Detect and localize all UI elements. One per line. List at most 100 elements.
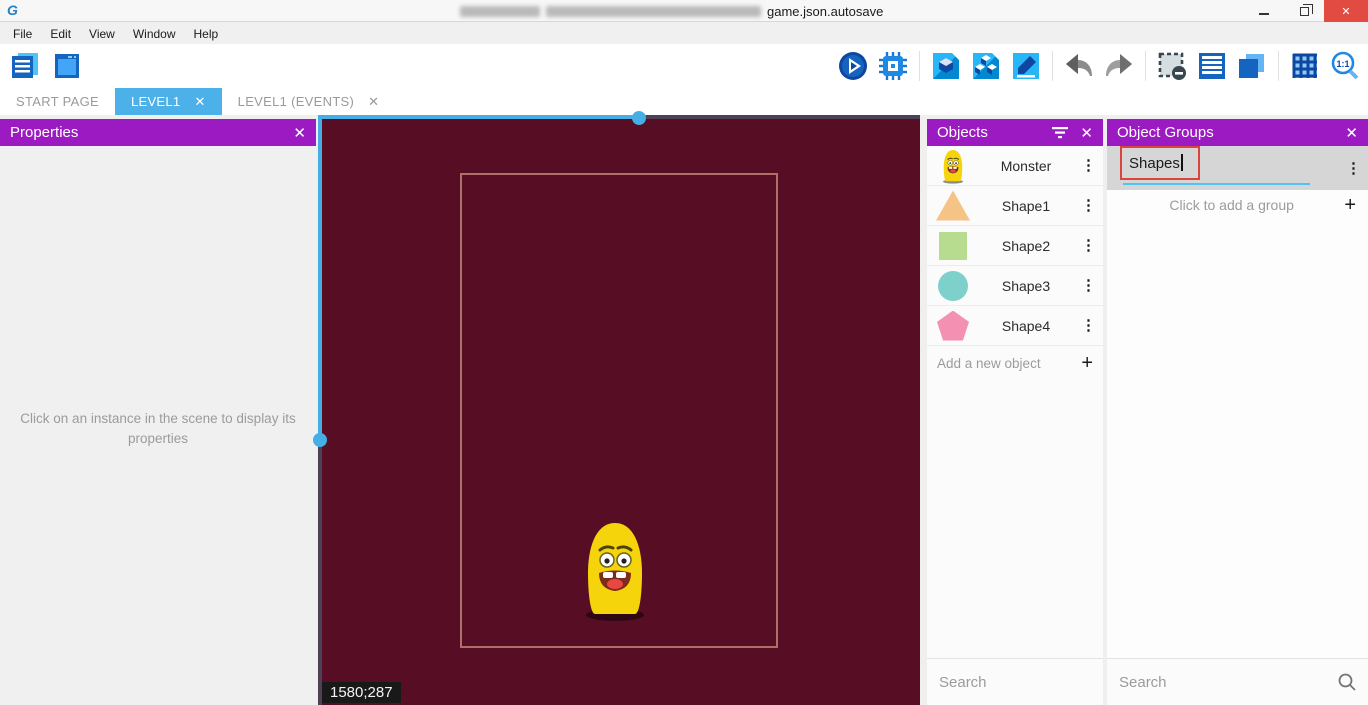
menu-window[interactable]: Window (124, 25, 185, 43)
menu-view[interactable]: View (80, 25, 124, 43)
tab-start-page[interactable]: START PAGE (0, 88, 115, 115)
properties-title: Properties (10, 124, 78, 141)
debug-icon[interactable] (876, 49, 910, 83)
tab-close-icon[interactable]: ✕ (194, 94, 205, 110)
filter-icon[interactable] (1052, 127, 1068, 139)
close-icon: ✕ (1341, 5, 1350, 18)
minimize-button[interactable] (1244, 0, 1284, 22)
scene-left-edge (318, 440, 322, 705)
objects-panel: Objects ✕ Monster ⋮ Shape1 ⋮ Shape2 ⋮ Sh… (927, 119, 1103, 705)
object-name: Shape4 (971, 318, 1081, 334)
kebab-menu-icon[interactable]: ⋮ (1081, 319, 1095, 332)
redacted-title-segment (546, 6, 761, 17)
cursor-coordinates: 1580;287 (322, 682, 401, 703)
object-name: Shape3 (971, 278, 1081, 294)
objects-search-bar (927, 658, 1103, 705)
close-panel-icon[interactable]: ✕ (293, 124, 306, 142)
object-row-shape1[interactable]: Shape1 ⋮ (927, 186, 1103, 226)
minimize-icon (1259, 13, 1269, 15)
kebab-menu-icon[interactable]: ⋮ (1081, 199, 1095, 212)
scene-left-resize-edge[interactable] (318, 115, 322, 440)
circle-icon (938, 271, 968, 301)
objects-editor-icon[interactable] (929, 49, 963, 83)
add-new-object-button[interactable]: Add a new object + (927, 346, 1103, 380)
object-name: Shape2 (971, 238, 1081, 254)
pentagon-icon (937, 311, 969, 341)
project-manager-icon[interactable] (8, 49, 42, 83)
left-resize-handle[interactable] (313, 433, 327, 447)
close-panel-icon[interactable]: ✕ (1345, 124, 1358, 142)
add-group-hint: Click to add a group (1119, 197, 1344, 213)
kebab-menu-icon[interactable]: ⋮ (1346, 162, 1360, 175)
tab-level1-events[interactable]: LEVEL1 (EVENTS) ✕ (222, 88, 396, 115)
objects-header: Objects ✕ (927, 119, 1103, 146)
tab-close-icon[interactable]: ✕ (368, 94, 379, 110)
close-button[interactable]: ✕ (1324, 0, 1368, 22)
tab-label: LEVEL1 (131, 94, 181, 109)
zoom-1-1-icon[interactable]: 1:1 (1328, 49, 1362, 83)
object-name: Monster (971, 158, 1081, 174)
instances-list-icon[interactable] (969, 49, 1003, 83)
tab-label: START PAGE (16, 94, 99, 109)
toolbar-left (0, 49, 84, 83)
gdevelop-icon: G (7, 2, 25, 20)
add-group-button[interactable]: Click to add a group + (1107, 190, 1368, 220)
toolbar-separator (1052, 51, 1053, 81)
toolbar-separator (1278, 51, 1279, 81)
scene-top-resize-edge[interactable] (318, 115, 639, 119)
scene-properties-icon[interactable] (1009, 49, 1043, 83)
objects-title: Objects (937, 124, 988, 141)
text-caret (1181, 154, 1183, 171)
window-controls: ✕ (1244, 0, 1368, 22)
start-page-icon[interactable] (50, 49, 84, 83)
restore-button[interactable] (1284, 0, 1324, 22)
menu-bar: File Edit View Window Help (0, 23, 1368, 44)
layers-icon[interactable] (1235, 49, 1269, 83)
menu-file[interactable]: File (4, 25, 41, 43)
menu-help[interactable]: Help (185, 25, 228, 43)
toolbar-right: 1:1 (836, 49, 1368, 83)
kebab-menu-icon[interactable]: ⋮ (1081, 239, 1095, 252)
tab-level1[interactable]: LEVEL1 ✕ (115, 88, 222, 115)
add-object-label: Add a new object (937, 356, 1041, 371)
group-name-edit-row: Shapes ⋮ (1107, 146, 1368, 190)
group-name-value: Shapes (1129, 154, 1183, 172)
plus-icon: + (1081, 352, 1093, 375)
input-underline (1123, 183, 1310, 185)
undo-icon[interactable] (1062, 49, 1096, 83)
object-row-shape3[interactable]: Shape3 ⋮ (927, 266, 1103, 306)
object-row-shape4[interactable]: Shape4 ⋮ (927, 306, 1103, 346)
toolbar-separator (1145, 51, 1146, 81)
groups-search-bar (1107, 658, 1368, 705)
square-icon (939, 232, 967, 260)
toolbar: 1:1 (0, 44, 1368, 88)
instances-panel-icon[interactable] (1195, 49, 1229, 83)
properties-panel: Properties ✕ Click on an instance in the… (0, 119, 316, 705)
redo-icon[interactable] (1102, 49, 1136, 83)
deselect-icon[interactable] (1155, 49, 1189, 83)
tab-label: LEVEL1 (EVENTS) (238, 94, 355, 109)
scene-canvas[interactable]: 1580;287 (318, 115, 920, 705)
plus-icon: + (1344, 194, 1356, 217)
close-panel-icon[interactable]: ✕ (1080, 124, 1093, 142)
restore-icon (1300, 7, 1309, 16)
kebab-menu-icon[interactable]: ⋮ (1081, 159, 1095, 172)
monster-icon (935, 148, 971, 184)
tab-bar: START PAGE LEVEL1 ✕ LEVEL1 (EVENTS) ✕ (0, 88, 1368, 115)
properties-header: Properties ✕ (0, 119, 316, 146)
object-row-monster[interactable]: Monster ⋮ (927, 146, 1103, 186)
title-bar: G game.json.autosave ✕ (0, 0, 1368, 22)
play-icon[interactable] (836, 49, 870, 83)
group-name-input[interactable]: Shapes (1115, 146, 1346, 190)
top-resize-handle[interactable] (632, 111, 646, 125)
toolbar-separator (919, 51, 920, 81)
menu-edit[interactable]: Edit (41, 25, 80, 43)
monster-instance[interactable] (580, 517, 650, 622)
groups-search-input[interactable] (1119, 674, 1338, 691)
object-groups-title: Object Groups (1117, 124, 1214, 141)
window-title-text: game.json.autosave (767, 4, 883, 19)
object-groups-panel: Object Groups ✕ Shapes ⋮ Click to add a … (1107, 119, 1368, 705)
kebab-menu-icon[interactable]: ⋮ (1081, 279, 1095, 292)
object-row-shape2[interactable]: Shape2 ⋮ (927, 226, 1103, 266)
grid-icon[interactable] (1288, 49, 1322, 83)
